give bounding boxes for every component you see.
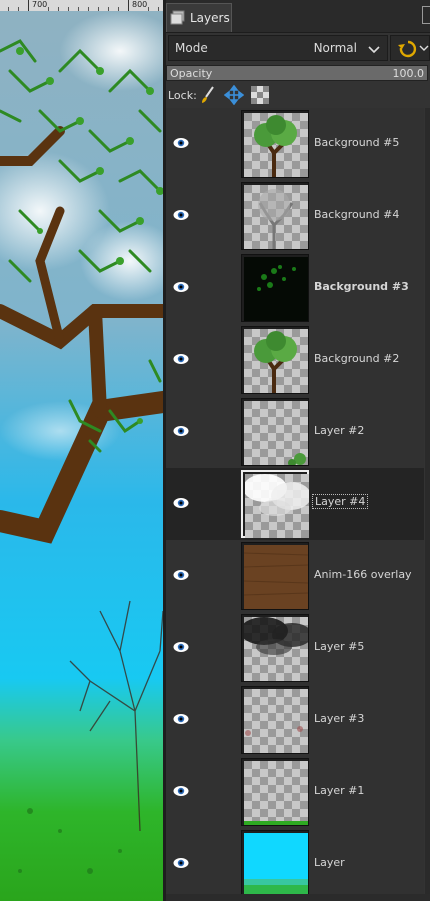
reset-mode-button[interactable] [390,35,430,61]
tab-layers[interactable]: Layers [166,3,232,32]
chevron-down-icon [368,46,380,54]
layer-row[interactable]: Layer #5 [166,612,424,684]
layer-name[interactable]: Layer #4 [312,494,369,509]
layers-dock: Layers Mode Normal Opacity 100.0 Lock: B… [166,0,430,901]
layer-thumbnail[interactable] [241,758,309,826]
eye-icon[interactable] [173,641,189,653]
layer-thumbnail-image [244,185,308,249]
layers-scrollbar[interactable] [425,108,430,894]
eye-icon[interactable] [173,857,189,869]
layer-row[interactable]: Background #3 [166,252,424,324]
layer-row[interactable]: Layer #1 [166,756,424,828]
layer-name: Anim-166 overlay [314,568,412,581]
paint-brush-icon[interactable] [198,85,218,105]
layer-thumbnail-image [244,833,308,894]
layer-row[interactable]: Layer [166,828,424,894]
layer-thumbnail[interactable] [241,398,309,466]
alpha-checker-icon[interactable] [250,85,270,105]
layer-row[interactable]: Layer #3 [166,684,424,756]
tab-label: Layers [190,11,230,25]
opacity-value: 100.0 [392,67,425,80]
layer-thumbnail-image [245,474,309,538]
lock-label: Lock: [168,89,197,102]
layer-thumbnail-image [244,617,308,681]
eye-icon[interactable] [173,353,189,365]
mode-value: Normal [313,41,357,55]
layer-thumbnail[interactable] [241,542,309,610]
layer-thumbnail[interactable] [241,182,309,250]
layer-name: Background #2 [314,352,400,365]
layer-thumbnail[interactable] [241,254,309,322]
eye-icon[interactable] [173,209,189,221]
eye-icon[interactable] [173,281,189,293]
eye-icon[interactable] [173,569,189,581]
layers-tab-icon [170,10,185,25]
dock-tab-bar: Layers [166,0,430,33]
layer-name: Layer #5 [314,640,365,653]
layer-thumbnail[interactable] [241,830,309,894]
layer-thumbnail[interactable] [241,110,309,178]
layer-row[interactable]: Layer #4 [166,468,424,540]
ruler-major-tick: 800 [128,0,147,11]
mode-select[interactable]: Mode Normal [168,35,388,61]
opacity-slider[interactable]: Opacity 100.0 [166,65,428,81]
eye-icon[interactable] [173,497,189,509]
mode-row: Mode Normal [166,33,430,63]
ruler-major-tick: 700 [28,0,47,11]
layer-name: Background #5 [314,136,400,149]
layer-thumbnail-image [244,689,308,753]
layer-thumbnail-image [244,113,308,177]
layer-name: Layer [314,856,345,869]
layers-list[interactable]: Background #5 Background #4 Background #3 B… [166,108,424,894]
layer-thumbnail-image [244,401,308,465]
layer-name: Layer #2 [314,424,365,437]
layer-name: Background #3 [314,280,409,293]
layer-name: Layer #1 [314,784,365,797]
canvas-artwork [0,11,163,901]
tab-menu-button[interactable] [422,6,430,24]
eye-icon[interactable] [173,137,189,149]
mode-label: Mode [175,41,208,55]
layers-bottom-toolbar[interactable] [166,894,430,901]
layer-name: Layer #3 [314,712,365,725]
opacity-label: Opacity [170,67,213,80]
eye-icon[interactable] [173,713,189,725]
eye-icon[interactable] [173,425,189,437]
layer-thumbnail-image [244,257,308,321]
layer-thumbnail[interactable] [241,470,309,538]
layer-row[interactable]: Background #2 [166,324,424,396]
layer-row[interactable]: Background #5 [166,108,424,180]
eye-icon[interactable] [173,785,189,797]
layer-thumbnail[interactable] [241,614,309,682]
ruler-label-800: 800 [132,0,148,9]
layer-name: Background #4 [314,208,400,221]
reset-icon [398,40,429,58]
layer-thumbnail-image [244,761,308,825]
image-canvas[interactable]: 700 800 [0,0,163,901]
layer-thumbnail-image [244,545,308,609]
layer-thumbnail[interactable] [241,686,309,754]
layer-row[interactable]: Background #4 [166,180,424,252]
ruler-label-700: 700 [32,0,48,9]
layer-thumbnail[interactable] [241,326,309,394]
layer-row[interactable]: Layer #2 [166,396,424,468]
layer-thumbnail-image [244,329,308,393]
move-arrows-icon[interactable] [224,85,244,105]
lock-row: Lock: [166,83,430,107]
layer-row[interactable]: Anim-166 overlay [166,540,424,612]
